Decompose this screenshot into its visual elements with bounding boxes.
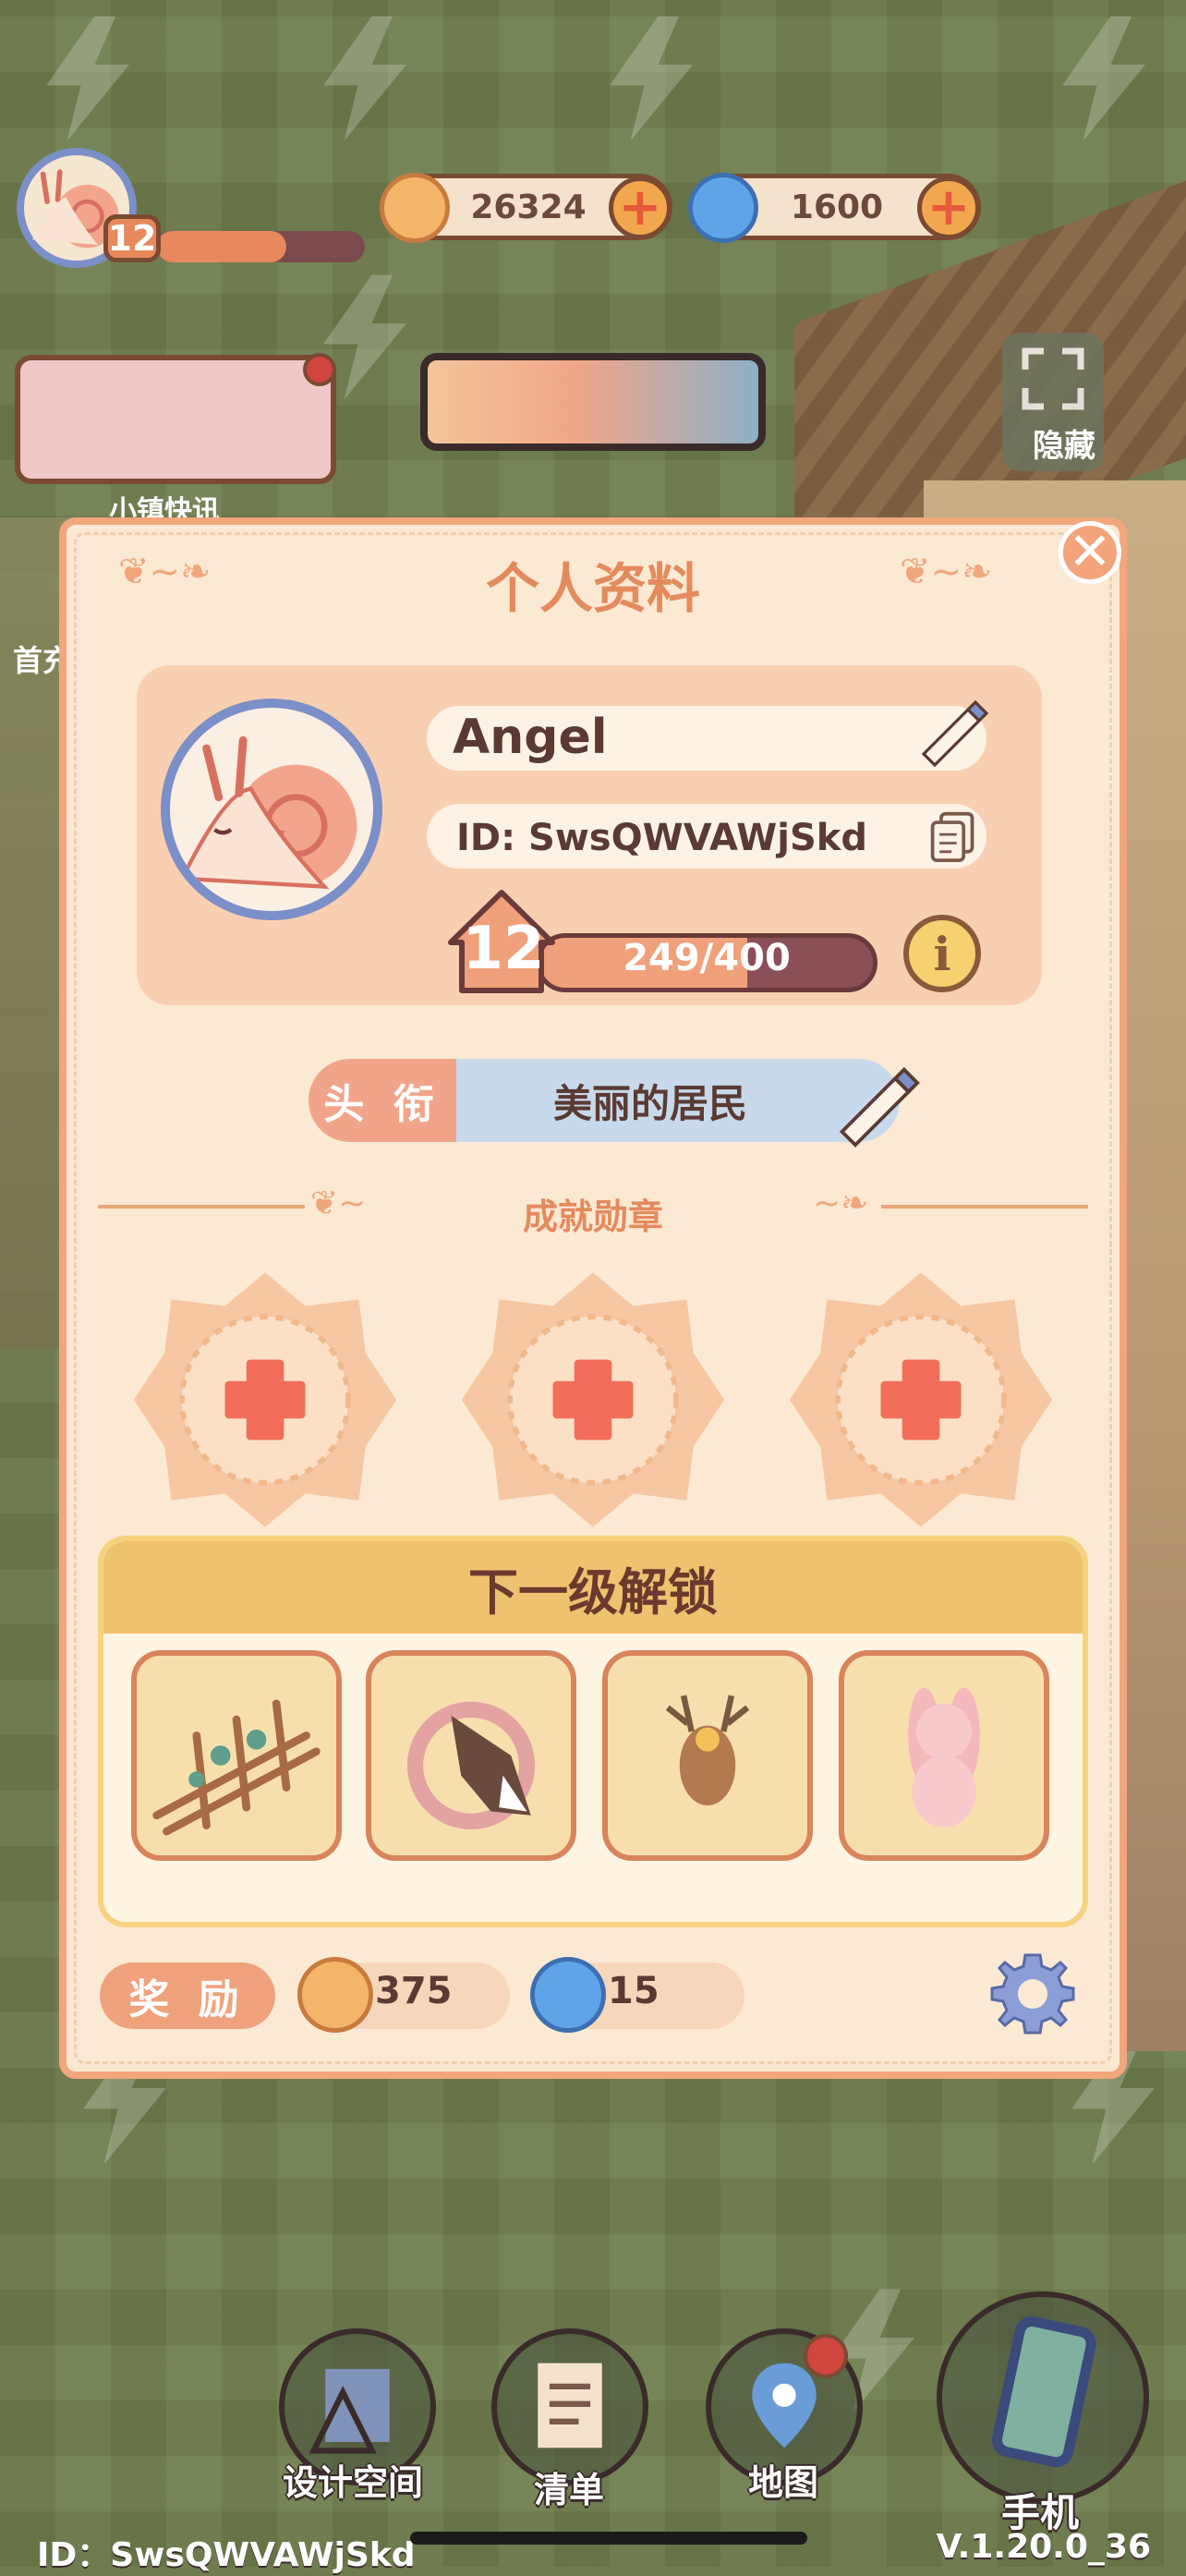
swirl-gem-icon <box>688 173 758 243</box>
add-medal-slot-3[interactable] <box>787 1266 1055 1534</box>
fullscreen-icon <box>1022 347 1084 410</box>
level-info-button[interactable]: i <box>903 915 981 992</box>
add-gems-button[interactable]: + <box>917 176 980 239</box>
design-space-label: 设计空间 <box>283 2462 424 2503</box>
swirl-gem-icon <box>530 1957 606 2033</box>
reward-gems-value: 15 <box>608 1970 660 2012</box>
reward-label: 奖 励 <box>100 1962 275 2029</box>
title-tag-label: 头 衔 <box>309 1059 456 1142</box>
edit-title-icon[interactable] <box>831 1061 924 1149</box>
settings-gear-icon[interactable] <box>986 1948 1079 2040</box>
top-level-badge: 12 <box>103 214 161 262</box>
phone-icon <box>992 2316 1096 2468</box>
profile-avatar[interactable] <box>161 699 382 920</box>
map-notification-dot <box>804 2334 848 2378</box>
top-xp-bar <box>157 231 365 262</box>
unlock-item-bunny-plush[interactable] <box>839 1650 1049 1861</box>
gem-counter[interactable]: 1600 + <box>688 173 981 243</box>
unlock-item-horse-head[interactable] <box>366 1650 576 1861</box>
player-name: Angel <box>453 710 608 765</box>
bolt-watermark-icon <box>323 16 406 141</box>
list-label: 清单 <box>534 2470 605 2510</box>
xp-text: 249/400 <box>623 937 791 979</box>
edit-name-icon[interactable] <box>916 695 990 769</box>
bunny-plush-icon <box>908 1687 980 1828</box>
top-xp-fill <box>157 231 286 262</box>
add-medal-slot-1[interactable] <box>131 1266 399 1534</box>
coin-counter[interactable]: 26324 + <box>380 173 672 243</box>
hide-label: 隐藏 <box>1033 428 1095 465</box>
weather-banner[interactable] <box>420 353 766 451</box>
checklist-icon <box>538 2363 602 2448</box>
map-label: 地图 <box>748 2462 819 2503</box>
level-number: 12 <box>462 915 545 983</box>
achievements-label: 成就勋章 <box>522 1197 663 1237</box>
news-notification-dot <box>303 353 336 386</box>
deer-head-icon <box>665 1695 750 1805</box>
player-id: ID: SwsQWVAWjSkd <box>456 817 867 859</box>
panel-title: 个人资料 <box>485 557 700 620</box>
coin-icon <box>380 173 450 243</box>
snail-icon <box>178 735 357 890</box>
phone-button[interactable] <box>937 2291 1149 2504</box>
unlock-item-deer-head[interactable] <box>602 1650 813 1861</box>
footer-player-id: ID：SwsQWVAWjSkd <box>37 2536 416 2574</box>
copy-icon[interactable] <box>927 809 979 863</box>
plant-trellis-icon <box>152 1699 321 1836</box>
coin-icon <box>297 1957 373 2033</box>
bolt-watermark-icon <box>46 16 129 141</box>
horse-head-wreath-icon <box>406 1701 536 1829</box>
reward-coins-value: 375 <box>375 1970 453 2012</box>
bolt-watermark-icon <box>1062 16 1145 141</box>
town-news-thumbnail[interactable] <box>15 355 336 484</box>
unlock-header: 下一级解锁 <box>103 1541 1083 1634</box>
add-coins-button[interactable]: + <box>609 176 672 239</box>
add-medal-slot-2[interactable] <box>459 1266 727 1534</box>
version-label: V.1.20.0_36 <box>936 2528 1151 2566</box>
bolt-watermark-icon <box>610 16 693 141</box>
home-indicator <box>410 2532 807 2545</box>
unlock-item-plant-trellis[interactable] <box>131 1650 342 1861</box>
